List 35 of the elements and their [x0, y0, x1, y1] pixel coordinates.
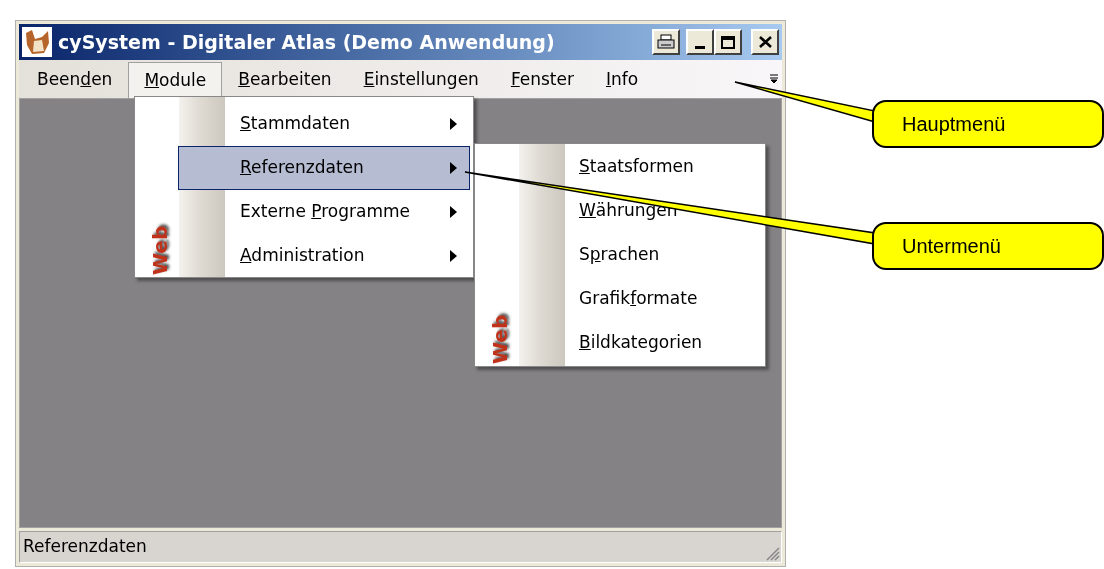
menu-item[interactable]: Referenzdaten [178, 146, 470, 190]
submenu-arrow-icon [450, 118, 457, 130]
submenu-arrow-icon [450, 250, 457, 262]
close-button[interactable] [751, 29, 779, 55]
menu-item[interactable]: Einstellungen [347, 62, 495, 98]
print-button[interactable] [652, 29, 680, 55]
minimize-icon [695, 46, 705, 49]
menu-item[interactable]: Administration [178, 234, 470, 278]
menu-item[interactable]: Fenster [494, 62, 590, 98]
minimize-button[interactable] [686, 29, 714, 55]
dog-head-icon [22, 27, 52, 57]
menu-item[interactable]: Bearbeiten [222, 62, 348, 98]
printer-icon [657, 34, 675, 50]
maximize-icon [721, 35, 735, 49]
submenu-arrow-icon [450, 206, 457, 218]
status-text: Referenzdaten [23, 535, 147, 559]
callout-bubble: Untermenü [872, 222, 1104, 270]
side-label: Web [147, 224, 169, 273]
menu-item[interactable]: Module [128, 62, 223, 98]
menu-item[interactable]: Beenden [21, 62, 129, 98]
submenu-arrow-icon [450, 162, 457, 174]
menu-item[interactable]: Stammdaten [178, 102, 470, 146]
menu-item[interactable]: Sprachen [518, 233, 762, 277]
window-title: cySystem - Digitaler Atlas (Demo Anwendung) [58, 29, 555, 55]
menu-item[interactable]: Staatsformen [518, 145, 762, 189]
resize-grip-icon [764, 545, 780, 561]
menu-item[interactable]: Grafikformate [518, 277, 762, 321]
menu-item[interactable]: Info [589, 62, 655, 98]
maximize-button[interactable] [714, 29, 742, 55]
close-icon [758, 36, 772, 48]
side-label: Web [487, 313, 509, 362]
menu-item[interactable]: Bildkategorien [518, 321, 762, 365]
callout-bubble: Hauptmenü [872, 100, 1104, 148]
menu-item[interactable]: Externe Programme [178, 190, 470, 234]
chevron-icon [769, 74, 779, 84]
